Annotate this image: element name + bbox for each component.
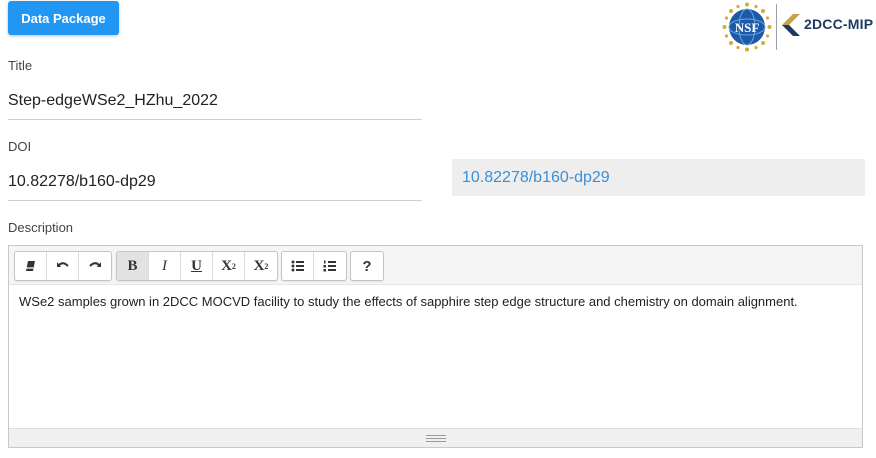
description-content[interactable]: WSe2 samples grown in 2DCC MOCVD facilit… bbox=[19, 293, 852, 311]
doi-link-box: 10.82278/b160-dp29 bbox=[452, 159, 865, 196]
doi-underline bbox=[8, 200, 422, 201]
data-package-button[interactable]: Data Package bbox=[8, 1, 119, 35]
numbered-list-icon bbox=[323, 260, 336, 272]
help-button[interactable]: ? bbox=[351, 252, 383, 280]
underline-icon: U bbox=[191, 257, 202, 274]
undo-button[interactable] bbox=[47, 252, 79, 280]
superscript-icon: X bbox=[221, 257, 232, 274]
list-button-group bbox=[281, 251, 347, 281]
numbered-list-button[interactable] bbox=[314, 252, 346, 280]
redo-icon bbox=[89, 262, 101, 267]
subscript-button[interactable]: X2 bbox=[245, 252, 277, 280]
nsf-logo-icon: NSF bbox=[722, 2, 772, 52]
subscript-icon: X bbox=[253, 257, 265, 274]
title-field[interactable]: Step-edgeWSe2_HZhu_2022 bbox=[8, 92, 218, 110]
editor-toolbar: B I U X2 X2 ? bbox=[9, 246, 862, 285]
nsf-logo-text: NSF bbox=[735, 20, 760, 35]
doi-field[interactable]: 10.82278/b160-dp29 bbox=[8, 173, 156, 191]
grip-icon bbox=[425, 434, 446, 442]
title-label: Title bbox=[8, 58, 33, 73]
undo-icon bbox=[56, 262, 69, 267]
description-label: Description bbox=[8, 220, 74, 235]
logo-divider bbox=[776, 4, 777, 50]
underline-button[interactable]: U bbox=[181, 252, 213, 280]
help-icon: ? bbox=[362, 257, 372, 275]
editor-resize-handle[interactable] bbox=[9, 428, 862, 447]
italic-button[interactable]: I bbox=[149, 252, 181, 280]
mip-logo-text: 2DCC-MIP bbox=[804, 16, 874, 32]
mip-mark-icon bbox=[782, 14, 800, 36]
doi-link[interactable]: 10.82278/b160-dp29 bbox=[462, 169, 610, 187]
bold-icon: B bbox=[127, 257, 138, 274]
eraser-icon bbox=[25, 261, 35, 271]
bullet-list-icon bbox=[291, 260, 304, 272]
redo-button[interactable] bbox=[79, 252, 111, 280]
eraser-button[interactable] bbox=[15, 252, 47, 280]
superscript-button[interactable]: X2 bbox=[213, 252, 245, 280]
bold-button[interactable]: B bbox=[117, 252, 149, 280]
history-button-group bbox=[14, 251, 112, 281]
help-button-group: ? bbox=[350, 251, 384, 281]
title-underline bbox=[8, 119, 422, 120]
bullet-list-button[interactable] bbox=[282, 252, 314, 280]
doi-label: DOI bbox=[8, 139, 32, 154]
format-button-group: B I U X2 X2 bbox=[116, 251, 278, 281]
italic-icon: I bbox=[162, 257, 167, 274]
description-editor[interactable]: B I U X2 X2 ? WSe2 samples grown in 2DCC… bbox=[8, 245, 863, 448]
logo-area: NSF 2DCC-MIP bbox=[722, 0, 874, 52]
